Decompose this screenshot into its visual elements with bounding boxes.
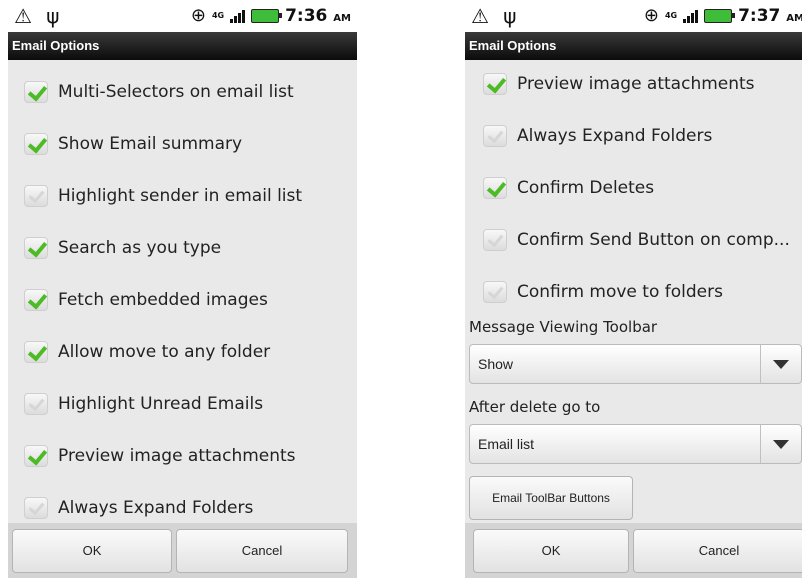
checkbox[interactable] bbox=[24, 289, 48, 311]
option-label: Always Expand Folders bbox=[58, 498, 254, 518]
option-preview-attachments[interactable]: Preview image attachments bbox=[465, 58, 802, 110]
options-list: Multi-Selectors on email list Show Email… bbox=[8, 66, 357, 534]
dropdown-arrow-icon[interactable] bbox=[760, 345, 801, 383]
option-highlight-unread[interactable]: Highlight Unread Emails bbox=[8, 378, 357, 430]
checkbox[interactable] bbox=[483, 73, 507, 95]
checkbox[interactable] bbox=[483, 177, 507, 199]
select-value: Show bbox=[478, 356, 514, 372]
after-delete-label: After delete go to bbox=[469, 398, 601, 416]
checkbox[interactable] bbox=[483, 229, 507, 251]
page-title: Email Options bbox=[465, 32, 802, 60]
signal-icon bbox=[683, 9, 699, 23]
status-bar: ⚠ ψ ⊕ 4G 7:37 AM bbox=[465, 0, 802, 32]
option-allow-move[interactable]: Allow move to any folder bbox=[8, 326, 357, 378]
clock-time: 7:36 bbox=[285, 5, 328, 26]
clock: 7:36 AM bbox=[285, 6, 351, 26]
checkbox[interactable] bbox=[24, 81, 48, 103]
page-title: Email Options bbox=[8, 32, 357, 60]
status-right: ⊕ 4G 7:36 AM bbox=[191, 5, 351, 26]
gps-icon: ⊕ bbox=[643, 5, 659, 26]
clock-time: 7:37 bbox=[738, 5, 781, 26]
option-confirm-move[interactable]: Confirm move to folders bbox=[465, 266, 802, 318]
option-search-as-you-type[interactable]: Search as you type bbox=[8, 222, 357, 274]
left-screen: ⚠ ψ ⊕ 4G 7:36 AM Email Options Multi-Sel… bbox=[8, 0, 357, 578]
checkbox[interactable] bbox=[24, 497, 48, 519]
checkbox[interactable] bbox=[24, 237, 48, 259]
message-toolbar-select[interactable]: Show bbox=[469, 344, 802, 384]
right-screen: ⚠ ψ ⊕ 4G 7:37 AM Email Options Preview i… bbox=[465, 0, 802, 578]
option-highlight-sender[interactable]: Highlight sender in email list bbox=[8, 170, 357, 222]
checkbox[interactable] bbox=[24, 341, 48, 363]
option-label: Preview image attachments bbox=[58, 446, 296, 466]
option-label: Fetch embedded images bbox=[58, 290, 268, 310]
signal-icon bbox=[230, 9, 246, 23]
clock: 7:37 AM bbox=[738, 6, 802, 26]
cancel-button[interactable]: Cancel bbox=[176, 529, 348, 573]
checkbox[interactable] bbox=[483, 281, 507, 303]
dropdown-arrow-icon[interactable] bbox=[760, 425, 801, 463]
email-toolbar-buttons-button[interactable]: Email ToolBar Buttons bbox=[469, 476, 633, 520]
option-label: Show Email summary bbox=[58, 134, 243, 154]
option-confirm-deletes[interactable]: Confirm Deletes bbox=[465, 162, 802, 214]
network-type: 4G bbox=[211, 10, 225, 20]
checkbox[interactable] bbox=[24, 185, 48, 207]
option-label: Highlight Unread Emails bbox=[58, 394, 264, 414]
option-label: Search as you type bbox=[58, 238, 222, 258]
after-delete-select[interactable]: Email list bbox=[469, 424, 802, 464]
checkbox[interactable] bbox=[483, 125, 507, 147]
status-right: ⊕ 4G 7:37 AM bbox=[644, 5, 802, 26]
option-show-summary[interactable]: Show Email summary bbox=[8, 118, 357, 170]
ok-button[interactable]: OK bbox=[473, 529, 629, 573]
option-label: Confirm move to folders bbox=[517, 282, 723, 302]
checkbox[interactable] bbox=[24, 393, 48, 415]
option-label: Confirm Deletes bbox=[517, 178, 655, 198]
battery-icon bbox=[251, 8, 283, 23]
option-fetch-images[interactable]: Fetch embedded images bbox=[8, 274, 357, 326]
checkbox[interactable] bbox=[24, 133, 48, 155]
option-label: Allow move to any folder bbox=[58, 342, 271, 362]
message-toolbar-label: Message Viewing Toolbar bbox=[469, 318, 658, 336]
ok-button[interactable]: OK bbox=[12, 529, 172, 573]
button-bar: OK Cancel bbox=[8, 523, 357, 578]
option-label: Multi-Selectors on email list bbox=[58, 82, 294, 102]
option-label: Confirm Send Button on comp... bbox=[517, 230, 790, 250]
button-bar: OK Cancel bbox=[465, 523, 802, 578]
option-expand-folders[interactable]: Always Expand Folders bbox=[465, 110, 802, 162]
gps-icon: ⊕ bbox=[190, 5, 206, 26]
option-confirm-send[interactable]: Confirm Send Button on comp... bbox=[465, 214, 802, 266]
notification-icons: ⚠ ψ bbox=[14, 4, 64, 28]
options-list: Preview image attachments Always Expand … bbox=[465, 58, 802, 318]
network-type: 4G bbox=[664, 10, 678, 20]
select-value: Email list bbox=[478, 436, 535, 452]
battery-icon bbox=[704, 8, 736, 23]
status-bar: ⚠ ψ ⊕ 4G 7:36 AM bbox=[8, 0, 357, 32]
clock-ampm: AM bbox=[786, 12, 802, 24]
option-multi-selectors[interactable]: Multi-Selectors on email list bbox=[8, 66, 357, 118]
option-preview-attachments[interactable]: Preview image attachments bbox=[8, 430, 357, 482]
clock-ampm: AM bbox=[333, 12, 351, 24]
option-label: Preview image attachments bbox=[517, 74, 755, 94]
notification-icons: ⚠ ψ bbox=[471, 4, 521, 28]
option-label: Always Expand Folders bbox=[517, 126, 713, 146]
option-label: Highlight sender in email list bbox=[58, 186, 303, 206]
checkbox[interactable] bbox=[24, 445, 48, 467]
cancel-button[interactable]: Cancel bbox=[633, 529, 802, 573]
